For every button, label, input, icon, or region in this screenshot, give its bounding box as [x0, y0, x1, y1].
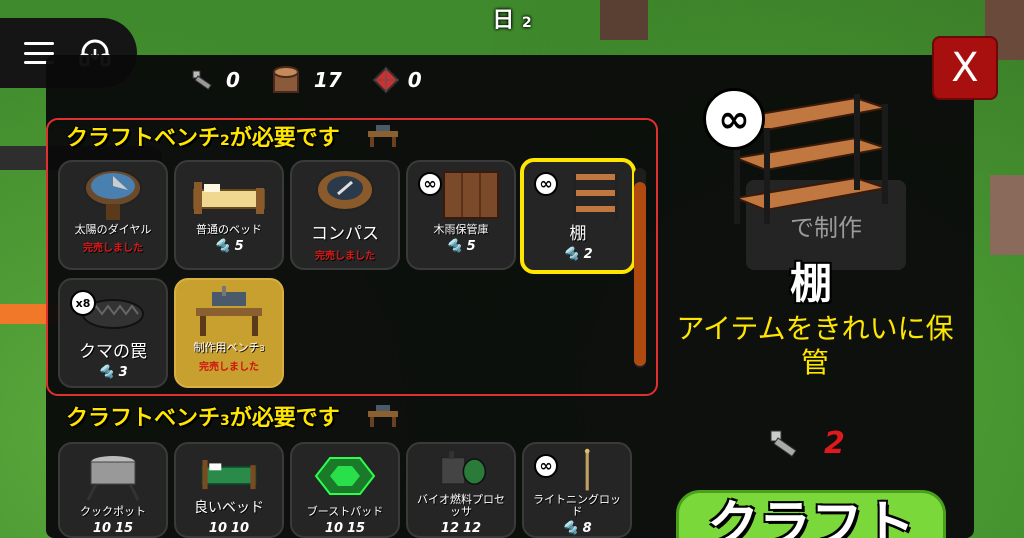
item-card-sundial[interactable]: 太陽のダイヤル 完売しました	[58, 160, 168, 270]
item-cost: 12 12	[440, 521, 482, 536]
item-cost: 🔩 5	[214, 239, 244, 254]
item-cost: 10 15	[324, 521, 366, 536]
item-name: 太陽のダイヤル	[74, 223, 152, 236]
workbench-icon	[367, 405, 398, 427]
item-cost: 10 10	[208, 521, 250, 536]
item-name: 普通のベッド	[196, 223, 262, 236]
item-card-compass[interactable]: コンパス 完売しました	[290, 160, 400, 270]
bolt-icon: 🔩	[214, 239, 231, 254]
bolt-icon	[770, 430, 797, 457]
scrollbar-thumb[interactable]	[634, 182, 646, 366]
bolt-icon	[192, 70, 212, 90]
day-indicator: 日 2	[492, 8, 532, 33]
detail-cost: 2	[768, 426, 845, 461]
bed-icon	[193, 182, 265, 214]
item-name: クマの罠	[79, 342, 147, 362]
sold-out-label: 完売しました	[83, 243, 143, 254]
item-name: バイオ燃料プロセッサ	[417, 493, 505, 518]
sold-out-label: 完売しました	[199, 362, 259, 373]
resource-bar: 0 17 0	[190, 64, 422, 96]
item-name: 棚	[569, 224, 587, 244]
boost-pad-icon	[314, 457, 376, 495]
item-card-rain-storage[interactable]: ∞ 木雨保管庫 🔩 5	[406, 160, 516, 270]
resource-gems: 0	[372, 66, 422, 94]
good-bed-icon	[201, 460, 257, 490]
item-cost: 🔩 5	[446, 239, 476, 254]
item-cost: 🔩 2	[563, 247, 593, 262]
item-cost: 10 15	[92, 521, 134, 536]
item-name: ブーストパッド	[306, 505, 384, 518]
sold-out-label: 完売しました	[315, 251, 375, 262]
cook-pot-icon	[86, 456, 140, 501]
animal-figure	[990, 175, 1024, 255]
item-name: コンパス	[311, 224, 379, 244]
biofuel-processor-icon	[440, 451, 487, 485]
log-icon	[272, 66, 299, 93]
item-name: 制作用ベンチ3	[193, 341, 265, 354]
item-card-boost-pad[interactable]: ブーストパッド 10 15	[290, 442, 400, 538]
section-title-bench3: クラフトベンチ3が必要です	[66, 400, 400, 432]
item-name: ライトニングロッド	[533, 493, 621, 518]
item-card-shelf[interactable]: ∞ 棚 🔩 2	[520, 158, 636, 274]
item-card-good-bed[interactable]: 良いベッド 10 10	[174, 442, 284, 538]
bolt-icon: 🔩	[563, 247, 580, 262]
infinite-badge: ∞	[534, 454, 558, 478]
gem-icon	[372, 66, 400, 94]
item-cost: 🔩 3	[98, 365, 128, 380]
quantity-badge: x8	[70, 290, 96, 316]
infinite-badge: ∞	[703, 88, 765, 150]
resource-bolts: 0	[190, 68, 240, 92]
bolt-icon: 🔩	[98, 365, 115, 380]
item-cost: 🔩 8	[562, 521, 592, 536]
item-card-normal-bed[interactable]: 普通のベッド 🔩 5	[174, 160, 284, 270]
resource-logs: 17	[270, 64, 342, 96]
detail-description: アイテムをきれいに保管	[676, 312, 954, 379]
compass-icon	[316, 169, 374, 211]
item-name: クックポット	[80, 505, 146, 518]
infinite-badge: ∞	[418, 172, 442, 196]
item-card-crafting-bench3[interactable]: 制作用ベンチ3 完売しました	[174, 278, 284, 388]
item-card-bear-trap[interactable]: x8 クマの罠 🔩 3	[58, 278, 168, 388]
bolt-icon: 🔩	[446, 239, 463, 254]
item-name: 木雨保管庫	[433, 223, 489, 236]
workbench-icon	[196, 286, 262, 336]
item-card-cook-pot[interactable]: クックポット 10 15	[58, 442, 168, 538]
item-card-lightning-rod[interactable]: ∞ ライトニングロッド 🔩 8	[522, 442, 632, 538]
detail-title: 棚	[789, 259, 832, 308]
craft-button[interactable]: クラフト	[676, 490, 946, 538]
item-name: 良いベッド	[194, 500, 264, 516]
bolt-icon: 🔩	[562, 521, 579, 536]
close-button[interactable]: X	[932, 36, 998, 100]
sundial-icon	[84, 169, 142, 220]
infinite-badge: ∞	[534, 172, 558, 196]
item-card-biofuel-processor[interactable]: バイオ燃料プロセッサ 12 12	[406, 442, 516, 538]
